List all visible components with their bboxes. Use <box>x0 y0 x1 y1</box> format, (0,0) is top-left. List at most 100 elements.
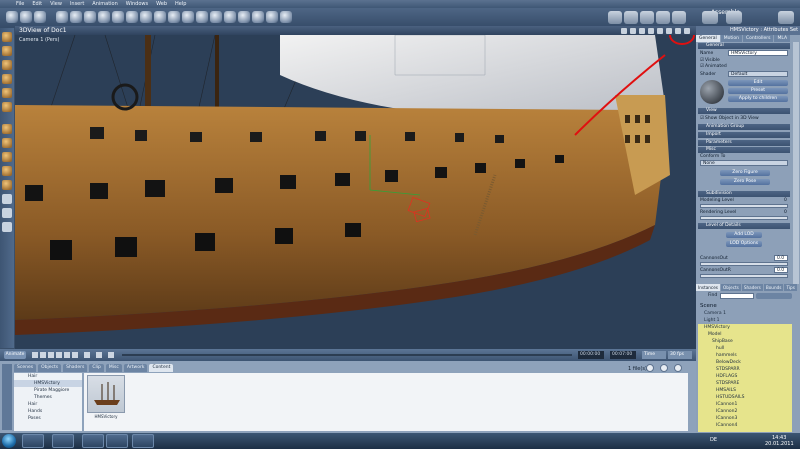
pointer-tool-icon[interactable] <box>2 32 12 42</box>
record-icon[interactable] <box>96 352 102 358</box>
media-player-icon[interactable] <box>52 434 74 448</box>
cannons-out-field[interactable]: 0.0 <box>774 255 788 261</box>
explorer-icon[interactable] <box>22 434 44 448</box>
shader-preview-icon[interactable] <box>700 80 724 104</box>
animated-checkbox[interactable]: Animated <box>700 64 727 69</box>
section-parameters[interactable]: Parameters <box>698 140 790 146</box>
hmsvictory-thumbnail[interactable] <box>87 375 125 413</box>
search-icon[interactable] <box>2 222 12 232</box>
tab-clip[interactable]: Clip <box>89 364 104 372</box>
visible-checkbox[interactable]: Visible <box>700 58 720 63</box>
cannons-outr-slider[interactable] <box>700 274 788 278</box>
section-animation-group[interactable]: Animation Group <box>698 124 790 130</box>
rotate-tool-icon[interactable] <box>34 11 46 23</box>
scene-row-stdspare[interactable]: STDSPARE <box>698 380 792 387</box>
prev-key-icon[interactable] <box>40 352 46 358</box>
key-icon[interactable] <box>108 352 114 358</box>
render-room-icon[interactable] <box>778 11 794 24</box>
zoom-view-icon[interactable] <box>2 208 12 218</box>
zero-pose-button[interactable]: Zero Pose <box>720 179 770 185</box>
cannons-out-slider[interactable] <box>700 262 788 266</box>
scene-row-icannon4[interactable]: ICannon4 <box>698 422 792 429</box>
room-tab-1-icon[interactable] <box>608 11 622 24</box>
end-time-field[interactable]: 00:07:00 <box>610 351 636 359</box>
tree-item[interactable]: Themes <box>14 394 82 401</box>
rendering-level-slider[interactable] <box>700 216 788 220</box>
tab-scene-objects[interactable]: Objects <box>721 284 741 291</box>
menu-windows[interactable]: Windows <box>126 1 148 7</box>
next-frame-icon[interactable] <box>64 352 70 358</box>
current-time-field[interactable]: 00:00:00 <box>578 351 604 359</box>
menu-web[interactable]: Web <box>156 1 167 7</box>
text-primitive-icon[interactable] <box>126 11 138 23</box>
scene-row-belowdeck[interactable]: BelowDeck <box>698 359 792 366</box>
chain-tool-icon[interactable] <box>2 166 12 176</box>
morph-tool-icon[interactable] <box>2 152 12 162</box>
camera-view-icon[interactable] <box>2 194 12 204</box>
tab-bounds[interactable]: Bounds <box>763 284 784 291</box>
menu-view[interactable]: View <box>50 1 62 7</box>
terrain-icon[interactable] <box>266 11 278 23</box>
scene-row-icannon3[interactable]: ICannon3 <box>698 415 792 422</box>
carrara-task-icon[interactable] <box>132 434 154 448</box>
menu-edit[interactable]: Edit <box>32 1 42 7</box>
find-filter-select[interactable] <box>756 293 792 299</box>
rotate-view-icon[interactable] <box>2 74 12 84</box>
tree-item[interactable]: Hands <box>14 408 82 415</box>
time-slider[interactable] <box>122 354 572 356</box>
show-in-3d-checkbox[interactable]: Show Object in 3D View <box>700 116 759 121</box>
section-misc[interactable]: Misc <box>698 147 790 153</box>
wand-icon[interactable] <box>280 11 292 23</box>
tab-tips[interactable]: Tips <box>784 284 797 291</box>
tab-shaders[interactable]: Shaders <box>63 364 88 372</box>
scene-row-hmsvictory[interactable]: HMSVictory <box>698 324 792 331</box>
section-subdivision[interactable]: Subdivision <box>698 191 790 197</box>
light-icon[interactable] <box>154 11 166 23</box>
bone-icon[interactable] <box>238 11 250 23</box>
scene-row-icannon2[interactable]: ICannon2 <box>698 408 792 415</box>
tab-instances[interactable]: Instances <box>696 284 720 291</box>
bulb-icon[interactable] <box>196 11 208 23</box>
scene-row-hstudsails[interactable]: HSTUDSAILS <box>698 394 792 401</box>
section-level-of-details[interactable]: Level of Details <box>698 223 790 229</box>
camera-icon[interactable] <box>168 11 180 23</box>
tab-controllers[interactable]: Controllers <box>743 35 774 42</box>
attributes-scrollbar[interactable] <box>793 42 799 284</box>
wireframe-icon[interactable] <box>630 27 636 34</box>
3d-viewport[interactable]: 3DView of Doc1 Camera 1 (Pers) <box>15 26 696 349</box>
tree-item[interactable]: Poses <box>14 415 82 422</box>
tab-scene-shaders[interactable]: Shaders <box>741 284 763 291</box>
search-content-icon[interactable] <box>660 364 668 372</box>
scale-tool-icon[interactable] <box>2 46 12 56</box>
modeling-level-slider[interactable] <box>700 204 788 208</box>
room-tab-2-icon[interactable] <box>624 11 638 24</box>
cone-primitive-icon[interactable] <box>98 11 110 23</box>
texture-icon[interactable] <box>648 27 654 34</box>
scene-row-shipbase[interactable]: ShipBase <box>698 338 792 345</box>
scene-row-hmsails[interactable]: HMSAILS <box>698 387 792 394</box>
render-icon[interactable] <box>684 27 690 34</box>
fps-select[interactable]: 30 fps <box>668 351 692 359</box>
section-view[interactable]: View <box>698 108 790 114</box>
refresh-icon[interactable] <box>674 364 682 372</box>
dolly-icon[interactable] <box>2 88 12 98</box>
firefox-icon[interactable] <box>106 434 128 448</box>
section-import[interactable]: Import <box>698 132 790 138</box>
start-button-icon[interactable] <box>2 434 16 448</box>
content-side-tab[interactable] <box>2 364 12 430</box>
animate-button[interactable]: Animate <box>4 351 26 359</box>
cylinder-primitive-icon[interactable] <box>84 11 96 23</box>
twist-tool-icon[interactable] <box>2 60 12 70</box>
menu-animation[interactable]: Animation <box>92 1 118 7</box>
taper-tool-icon[interactable] <box>2 138 12 148</box>
next-key-icon[interactable] <box>72 352 78 358</box>
scene-row-icannon1[interactable]: ICannon1 <box>698 401 792 408</box>
lod-options-button[interactable]: LOD Options <box>726 241 762 247</box>
tab-general[interactable]: General <box>696 35 720 42</box>
room-tab-3-icon[interactable] <box>640 11 654 24</box>
ship-render[interactable] <box>15 35 696 349</box>
tree-item[interactable]: HMSVictory <box>14 380 82 387</box>
grid-icon[interactable] <box>657 27 663 34</box>
scene-row-hull[interactable]: hull <box>698 345 792 352</box>
loop-icon[interactable] <box>84 352 90 358</box>
